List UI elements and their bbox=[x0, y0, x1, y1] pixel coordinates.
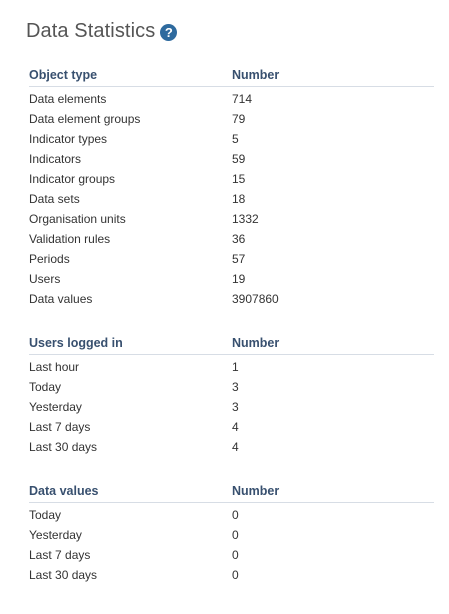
row-value: 59 bbox=[232, 152, 246, 166]
row-label: Data sets bbox=[29, 192, 80, 206]
table-row: Validation rules 36 bbox=[29, 229, 434, 249]
row-value: 3907860 bbox=[232, 292, 279, 306]
table-row: Last 30 days 4 bbox=[29, 437, 434, 457]
table-header-row: Data values Number bbox=[29, 480, 434, 503]
row-value: 0 bbox=[232, 508, 239, 522]
row-label: Validation rules bbox=[29, 232, 111, 246]
table-row: Last 7 days 4 bbox=[29, 417, 434, 437]
row-label: Data element groups bbox=[29, 112, 141, 126]
table-row: Data values 3907860 bbox=[29, 289, 434, 309]
row-value: 4 bbox=[232, 420, 239, 434]
row-label: Last 7 days bbox=[29, 420, 91, 434]
row-label: Today bbox=[29, 508, 62, 522]
row-label: Last 7 days bbox=[29, 548, 91, 562]
table-row: Today 3 bbox=[29, 377, 434, 397]
table-row: Data elements 714 bbox=[29, 87, 434, 110]
page-title: Data Statistics bbox=[26, 20, 156, 42]
data-values-table: Data values Number Today 0 Yesterday 0 L… bbox=[29, 480, 434, 585]
table-row: Data element groups 79 bbox=[29, 109, 434, 129]
table-row: Data sets 18 bbox=[29, 189, 434, 209]
row-label: Organisation units bbox=[29, 212, 126, 226]
table-row: Indicator types 5 bbox=[29, 129, 434, 149]
object-type-table: Object type Number Data elements 714 Dat… bbox=[29, 64, 434, 309]
column-header-users-logged-in: Users logged in bbox=[29, 332, 232, 355]
row-label: Last hour bbox=[29, 360, 80, 374]
table-row: Last 30 days 0 bbox=[29, 565, 434, 585]
row-label: Data values bbox=[29, 292, 93, 306]
table-row: Yesterday 0 bbox=[29, 525, 434, 545]
users-logged-in-table: Users logged in Number Last hour 1 Today… bbox=[29, 332, 434, 457]
row-value: 19 bbox=[232, 272, 246, 286]
row-label: Today bbox=[29, 380, 62, 394]
row-label: Indicators bbox=[29, 152, 82, 166]
row-value: 57 bbox=[232, 252, 246, 266]
row-label: Yesterday bbox=[29, 528, 82, 542]
row-value: 5 bbox=[232, 132, 239, 146]
row-label: Periods bbox=[29, 252, 70, 266]
row-label: Last 30 days bbox=[29, 440, 98, 454]
row-value: 714 bbox=[232, 92, 253, 106]
row-label: Last 30 days bbox=[29, 568, 98, 582]
row-value: 1 bbox=[232, 360, 239, 374]
table-header-row: Object type Number bbox=[29, 64, 434, 87]
row-value: 3 bbox=[232, 400, 239, 414]
row-value: 36 bbox=[232, 232, 246, 246]
row-label: Indicator types bbox=[29, 132, 108, 146]
row-value: 4 bbox=[232, 440, 239, 454]
column-header-number: Number bbox=[232, 332, 434, 355]
row-value: 79 bbox=[232, 112, 246, 126]
table-row: Indicators 59 bbox=[29, 149, 434, 169]
row-value: 0 bbox=[232, 568, 239, 582]
table-row: Organisation units 1332 bbox=[29, 209, 434, 229]
row-value: 18 bbox=[232, 192, 246, 206]
column-header-data-values: Data values bbox=[29, 480, 232, 503]
row-label: Indicator groups bbox=[29, 172, 116, 186]
row-value: 0 bbox=[232, 528, 239, 542]
column-header-object-type: Object type bbox=[29, 64, 232, 87]
row-label: Yesterday bbox=[29, 400, 82, 414]
row-label: Data elements bbox=[29, 92, 107, 106]
title-row: Data Statistics ? bbox=[26, 17, 178, 45]
row-value: 15 bbox=[232, 172, 246, 186]
table-row: Users 19 bbox=[29, 269, 434, 289]
row-value: 3 bbox=[232, 380, 239, 394]
row-label: Users bbox=[29, 272, 61, 286]
table-row: Indicator groups 15 bbox=[29, 169, 434, 189]
column-header-number: Number bbox=[232, 480, 434, 503]
table-row: Last 7 days 0 bbox=[29, 545, 434, 565]
table-row: Last hour 1 bbox=[29, 355, 434, 378]
column-header-number: Number bbox=[232, 64, 434, 87]
table-row: Periods 57 bbox=[29, 249, 434, 269]
row-value: 0 bbox=[232, 548, 239, 562]
help-icon[interactable]: ? bbox=[160, 23, 178, 41]
table-header-row: Users logged in Number bbox=[29, 332, 434, 355]
table-row: Today 0 bbox=[29, 503, 434, 526]
table-row: Yesterday 3 bbox=[29, 397, 434, 417]
row-value: 1332 bbox=[232, 212, 259, 226]
